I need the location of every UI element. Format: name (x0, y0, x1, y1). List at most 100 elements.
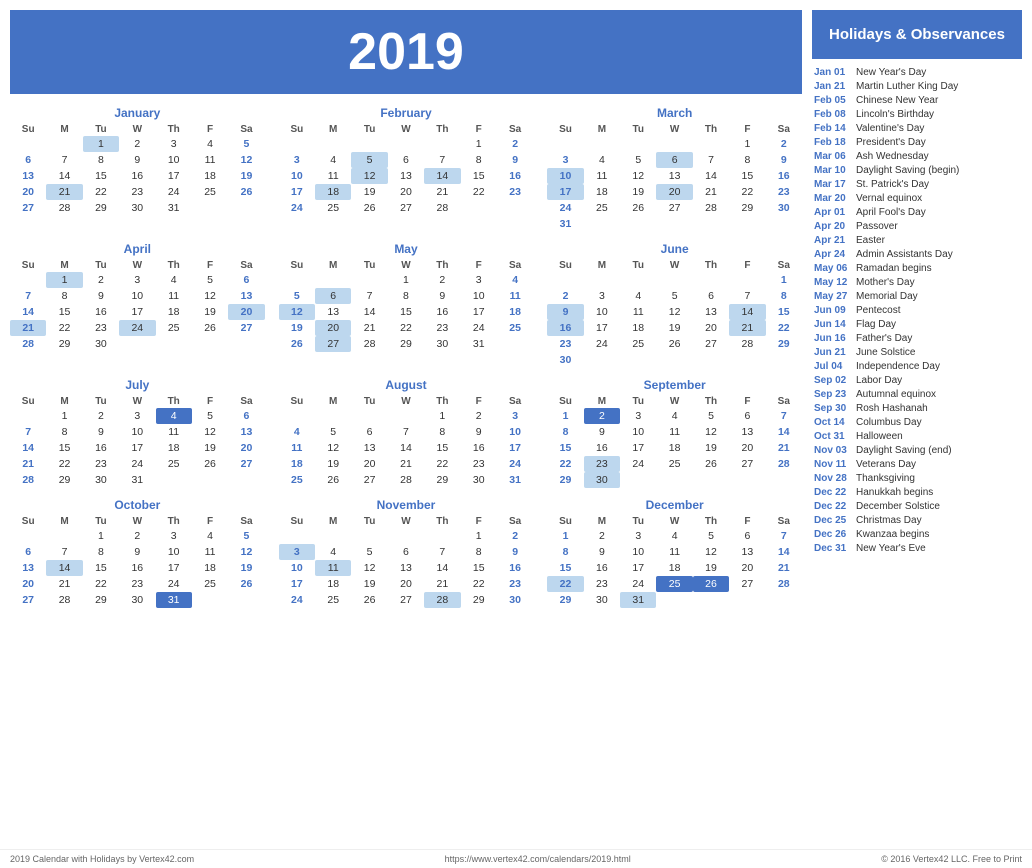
calendar-day: 17 (497, 440, 533, 456)
calendar-day: 25 (584, 200, 620, 216)
calendar-day: 15 (547, 440, 583, 456)
calendar-day (424, 136, 460, 152)
day-header: Su (279, 395, 315, 408)
calendar-day (315, 272, 351, 288)
holiday-date: May 12 (814, 277, 852, 288)
calendar-day: 10 (620, 544, 656, 560)
holiday-name: New Year's Eve (856, 543, 926, 554)
calendar-day: 12 (279, 304, 315, 320)
calendar-day: 2 (83, 272, 119, 288)
calendar-day: 10 (279, 168, 315, 184)
calendar-day: 19 (693, 560, 729, 576)
calendar-day: 10 (279, 560, 315, 576)
calendar-day: 29 (46, 472, 82, 488)
holiday-item: Jun 16Father's Day (812, 331, 1022, 345)
calendar-day: 21 (766, 560, 802, 576)
calendar-day (461, 200, 497, 216)
calendar-day (766, 216, 802, 232)
calendar-day: 28 (46, 592, 82, 608)
holiday-date: Mar 20 (814, 193, 852, 204)
calendar-day: 21 (10, 320, 46, 336)
calendar-day: 4 (192, 136, 228, 152)
calendar-day (693, 352, 729, 368)
holiday-date: Jun 16 (814, 333, 852, 344)
month-table: SuMTuWThFSa12345678910111213141516171819… (279, 515, 534, 608)
holiday-name: Halloween (856, 431, 903, 442)
holiday-name: April Fool's Day (856, 207, 926, 218)
calendar-day: 24 (119, 320, 155, 336)
holiday-date: Sep 02 (814, 375, 852, 386)
calendar-day: 1 (766, 272, 802, 288)
calendar-day (46, 528, 82, 544)
calendar-day (620, 216, 656, 232)
month: JanuarySuMTuWThFSa1234567891011121314151… (10, 106, 265, 232)
calendar-day: 2 (119, 528, 155, 544)
calendar-day (547, 272, 583, 288)
calendar-day: 17 (620, 560, 656, 576)
holiday-name: Easter (856, 235, 885, 246)
calendar-day (729, 352, 765, 368)
calendar-day (729, 472, 765, 488)
day-header: F (192, 259, 228, 272)
calendar-day: 16 (547, 320, 583, 336)
calendar-day: 30 (547, 352, 583, 368)
calendar-day: 24 (461, 320, 497, 336)
calendar-day: 29 (83, 200, 119, 216)
calendar-day: 15 (461, 168, 497, 184)
calendar-day: 10 (156, 544, 192, 560)
calendar-day: 23 (584, 576, 620, 592)
calendar-day: 18 (156, 304, 192, 320)
month-title: November (279, 498, 534, 512)
calendar-day (656, 272, 692, 288)
calendar-day: 23 (119, 184, 155, 200)
calendar-day (693, 136, 729, 152)
calendar-day: 21 (424, 576, 460, 592)
calendar-day: 28 (693, 200, 729, 216)
calendar-day: 18 (192, 168, 228, 184)
calendar-day: 4 (315, 152, 351, 168)
calendar-day: 9 (584, 544, 620, 560)
month-table: SuMTuWThFSa12345678910111213141516171819… (279, 259, 534, 352)
footer: 2019 Calendar with Holidays by Vertex42.… (0, 849, 1032, 868)
holiday-date: Jun 14 (814, 319, 852, 330)
calendar-day: 25 (192, 184, 228, 200)
calendar-day: 14 (46, 560, 82, 576)
calendar-day: 28 (10, 336, 46, 352)
holiday-item: Sep 30Rosh Hashanah (812, 401, 1022, 415)
calendar-day: 11 (192, 152, 228, 168)
calendar-day: 23 (584, 456, 620, 472)
day-header: Tu (351, 123, 387, 136)
day-header: W (119, 515, 155, 528)
day-header: Su (10, 395, 46, 408)
calendar-day: 5 (693, 408, 729, 424)
holiday-item: Dec 26Kwanzaa begins (812, 527, 1022, 541)
calendar-day (351, 272, 387, 288)
calendar-day: 8 (461, 544, 497, 560)
calendar-day (388, 528, 424, 544)
calendar-day: 20 (656, 184, 692, 200)
calendar-day: 1 (461, 528, 497, 544)
calendar-day (584, 352, 620, 368)
calendar-day: 14 (10, 440, 46, 456)
month: JulySuMTuWThFSa1234567891011121314151617… (10, 378, 265, 488)
calendar-day: 14 (351, 304, 387, 320)
calendar-day: 6 (729, 528, 765, 544)
holiday-name: Vernal equinox (856, 193, 922, 204)
calendar-day: 1 (388, 272, 424, 288)
calendar-day: 30 (83, 336, 119, 352)
calendar-day: 8 (547, 424, 583, 440)
calendar-day: 26 (228, 576, 264, 592)
calendar-day (351, 408, 387, 424)
day-header: Sa (497, 395, 533, 408)
calendar-day (388, 136, 424, 152)
holiday-name: Valentine's Day (856, 123, 924, 134)
holiday-item: Feb 18President's Day (812, 135, 1022, 149)
holiday-item: Jun 14Flag Day (812, 317, 1022, 331)
holiday-name: Christmas Day (856, 515, 922, 526)
calendar-day: 15 (388, 304, 424, 320)
holiday-date: Feb 05 (814, 95, 852, 106)
calendar-day (693, 272, 729, 288)
day-header: F (461, 395, 497, 408)
day-header: W (656, 395, 692, 408)
calendar-day: 24 (584, 336, 620, 352)
